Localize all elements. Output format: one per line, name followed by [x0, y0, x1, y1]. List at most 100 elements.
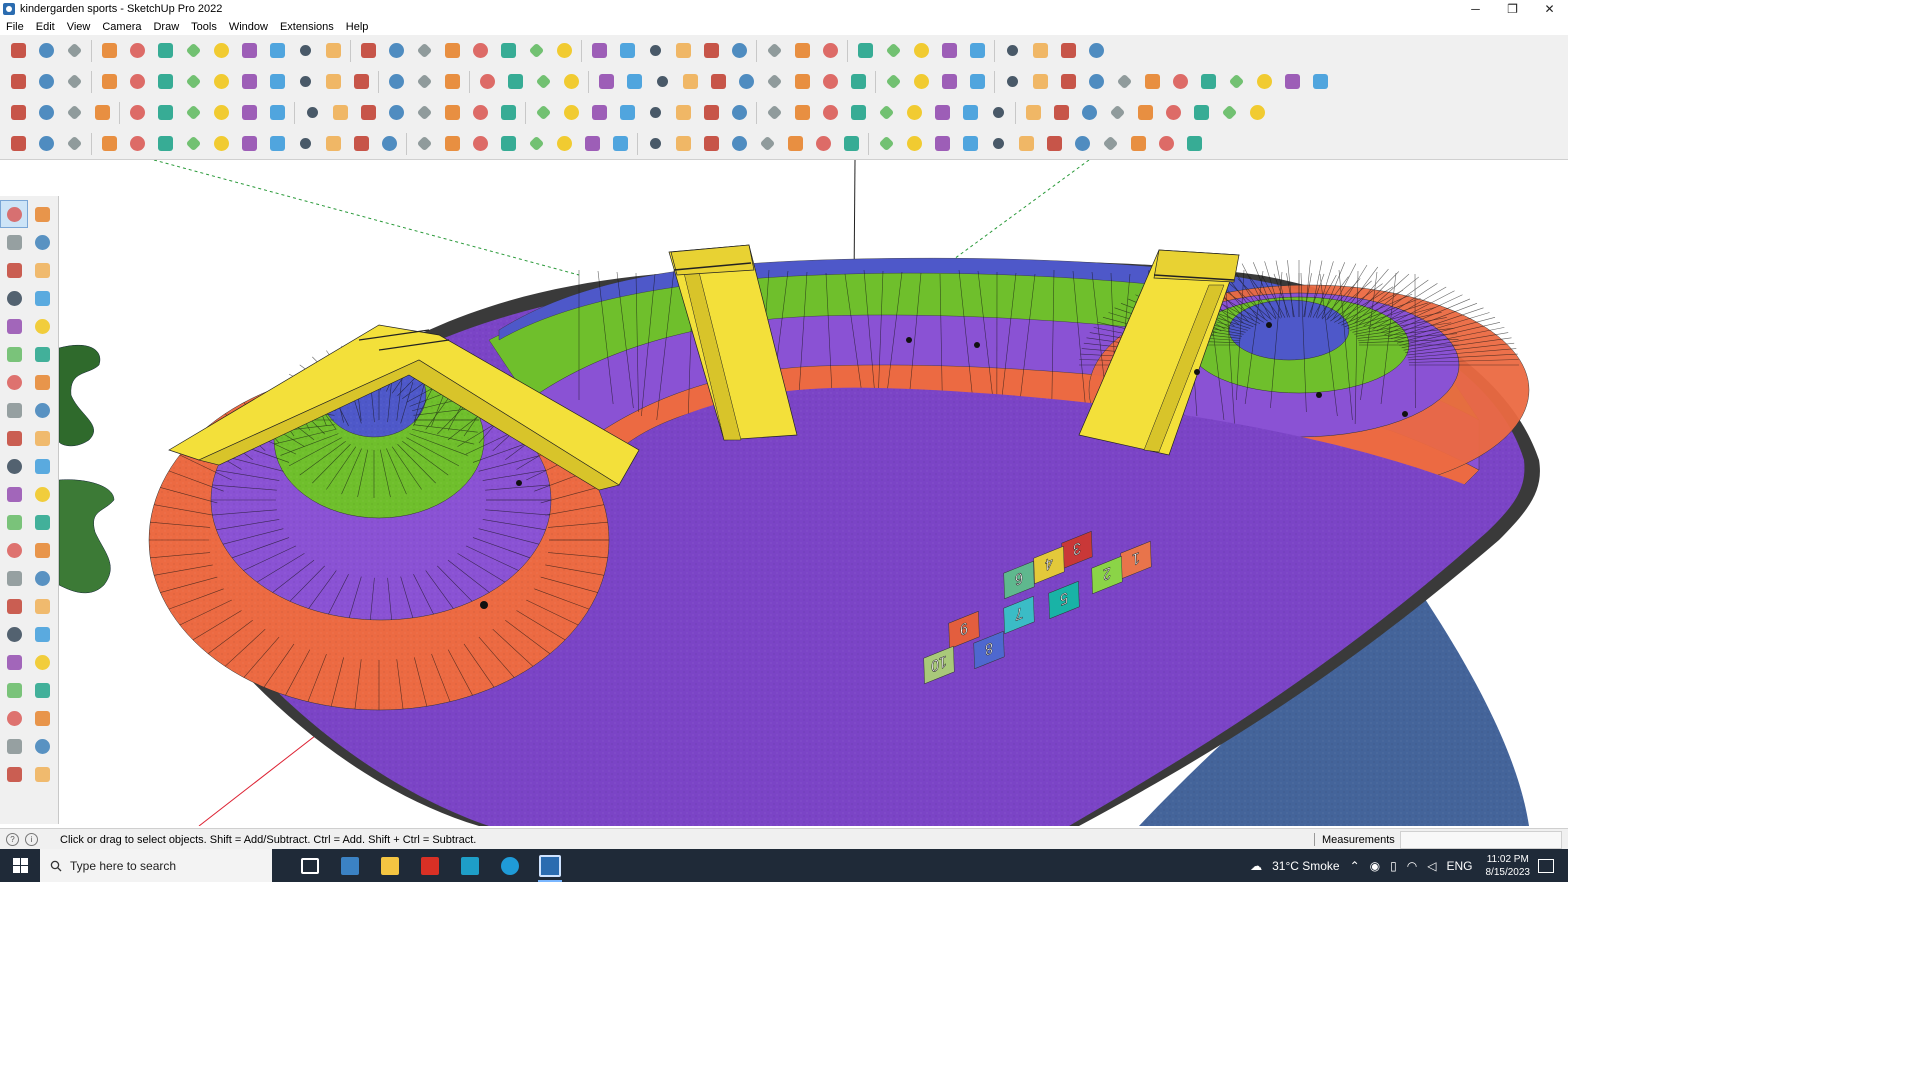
palette-tool-icon[interactable]: [28, 452, 56, 480]
toolbar-tool-icon[interactable]: [125, 101, 149, 125]
toolbar-tool-icon[interactable]: [181, 39, 205, 63]
palette-tool-icon[interactable]: [28, 424, 56, 452]
menu-extensions[interactable]: Extensions: [274, 21, 340, 33]
toolbar-tool-icon[interactable]: [552, 132, 576, 156]
toolbar-tool-icon[interactable]: [34, 39, 58, 63]
toolbar-tool-icon[interactable]: [90, 101, 114, 125]
toolbar-tool-icon[interactable]: [34, 101, 58, 125]
toolbar-tool-icon[interactable]: [594, 70, 618, 94]
toolbar-tool-icon[interactable]: [874, 101, 898, 125]
toolbar-tool-icon[interactable]: [440, 132, 464, 156]
toolbar-tool-icon[interactable]: [1000, 70, 1024, 94]
toolbar-tool-icon[interactable]: [881, 39, 905, 63]
toolbar-tool-icon[interactable]: [237, 132, 261, 156]
toolbar-tool-icon[interactable]: [1084, 70, 1108, 94]
toolbar-tool-icon[interactable]: [727, 101, 751, 125]
toolbar-tool-icon[interactable]: [846, 70, 870, 94]
toolbar-tool-icon[interactable]: [1028, 39, 1052, 63]
toolbar-tool-icon[interactable]: [1189, 101, 1213, 125]
toolbar-tool-icon[interactable]: [97, 132, 121, 156]
toolbar-tool-icon[interactable]: [1105, 101, 1129, 125]
toolbar-tool-icon[interactable]: [531, 101, 555, 125]
toolbar-tool-icon[interactable]: [608, 132, 632, 156]
palette-tool-icon[interactable]: [0, 648, 28, 676]
acrobat-icon[interactable]: [410, 849, 450, 882]
toolbar-tool-icon[interactable]: [937, 70, 961, 94]
menu-draw[interactable]: Draw: [147, 21, 185, 33]
toolbar-tool-icon[interactable]: [153, 39, 177, 63]
sketchup-taskbar-icon[interactable]: [530, 849, 570, 882]
palette-tool-icon[interactable]: [0, 676, 28, 704]
toolbar-tool-icon[interactable]: [181, 101, 205, 125]
toolbar-tool-icon[interactable]: [321, 132, 345, 156]
toolbar-tool-icon[interactable]: [384, 39, 408, 63]
toolbar-tool-icon[interactable]: [209, 101, 233, 125]
toolbar-tool-icon[interactable]: [699, 101, 723, 125]
toolbar-tool-icon[interactable]: [559, 70, 583, 94]
menu-view[interactable]: View: [61, 21, 97, 33]
palette-tool-icon[interactable]: [28, 368, 56, 396]
palette-tool-icon[interactable]: [28, 256, 56, 284]
palette-tool-icon[interactable]: [28, 592, 56, 620]
palette-tool-icon[interactable]: [0, 564, 28, 592]
palette-tool-icon[interactable]: [0, 620, 28, 648]
toolbar-tool-icon[interactable]: [153, 132, 177, 156]
toolbar-tool-icon[interactable]: [6, 70, 30, 94]
credits-icon[interactable]: i: [25, 833, 38, 846]
toolbar-tool-icon[interactable]: [762, 70, 786, 94]
palette-tool-icon[interactable]: [28, 200, 56, 228]
toolbar-tool-icon[interactable]: [181, 70, 205, 94]
toolbar-tool-icon[interactable]: [62, 132, 86, 156]
toolbar-tool-icon[interactable]: [1077, 101, 1101, 125]
palette-tool-icon[interactable]: [0, 368, 28, 396]
toolbar-tool-icon[interactable]: [643, 132, 667, 156]
toolbar-tool-icon[interactable]: [986, 132, 1010, 156]
toolbar-tool-icon[interactable]: [1224, 70, 1248, 94]
toolbar-tool-icon[interactable]: [468, 132, 492, 156]
palette-tool-icon[interactable]: [28, 508, 56, 536]
edge-browser-icon[interactable]: [490, 849, 530, 882]
toolbar-tool-icon[interactable]: [237, 70, 261, 94]
toolbar-tool-icon[interactable]: [930, 132, 954, 156]
toolbar-tool-icon[interactable]: [1217, 101, 1241, 125]
palette-tool-icon[interactable]: [28, 564, 56, 592]
toolbar-tool-icon[interactable]: [349, 132, 373, 156]
geo-location-icon[interactable]: ?: [6, 833, 19, 846]
toolbar-tool-icon[interactable]: [1133, 101, 1157, 125]
toolbar-tool-icon[interactable]: [1140, 70, 1164, 94]
palette-tool-icon[interactable]: [0, 312, 28, 340]
toolbar-tool-icon[interactable]: [1028, 70, 1052, 94]
toolbar-tool-icon[interactable]: [678, 70, 702, 94]
toolbar-tool-icon[interactable]: [671, 101, 695, 125]
toolbar-tool-icon[interactable]: [97, 39, 121, 63]
menu-camera[interactable]: Camera: [96, 21, 147, 33]
toolbar-tool-icon[interactable]: [1042, 132, 1066, 156]
toolbar-tool-icon[interactable]: [615, 101, 639, 125]
palette-tool-icon[interactable]: [28, 676, 56, 704]
toolbar-tool-icon[interactable]: [580, 132, 604, 156]
toolbar-tool-icon[interactable]: [839, 132, 863, 156]
toolbar-tool-icon[interactable]: [384, 70, 408, 94]
menu-edit[interactable]: Edit: [30, 21, 61, 33]
toolbar-tool-icon[interactable]: [412, 70, 436, 94]
toolbar-tool-icon[interactable]: [125, 70, 149, 94]
toolbar-tool-icon[interactable]: [853, 39, 877, 63]
toolbar-tool-icon[interactable]: [412, 101, 436, 125]
toolbar-tool-icon[interactable]: [587, 39, 611, 63]
toolbar-tool-icon[interactable]: [496, 39, 520, 63]
palette-tool-icon[interactable]: [28, 340, 56, 368]
palette-tool-icon[interactable]: [28, 760, 56, 788]
toolbar-tool-icon[interactable]: [356, 39, 380, 63]
volume-icon[interactable]: ◁: [1427, 859, 1436, 873]
palette-tool-icon[interactable]: [0, 256, 28, 284]
toolbar-tool-icon[interactable]: [237, 39, 261, 63]
toolbar-tool-icon[interactable]: [1196, 70, 1220, 94]
toolbar-tool-icon[interactable]: [790, 70, 814, 94]
toolbar-tool-icon[interactable]: [356, 101, 380, 125]
toolbar-tool-icon[interactable]: [62, 39, 86, 63]
toolbar-tool-icon[interactable]: [699, 132, 723, 156]
toolbar-tool-icon[interactable]: [440, 101, 464, 125]
toolbar-tool-icon[interactable]: [503, 70, 527, 94]
toolbar-tool-icon[interactable]: [811, 132, 835, 156]
toolbar-tool-icon[interactable]: [559, 101, 583, 125]
